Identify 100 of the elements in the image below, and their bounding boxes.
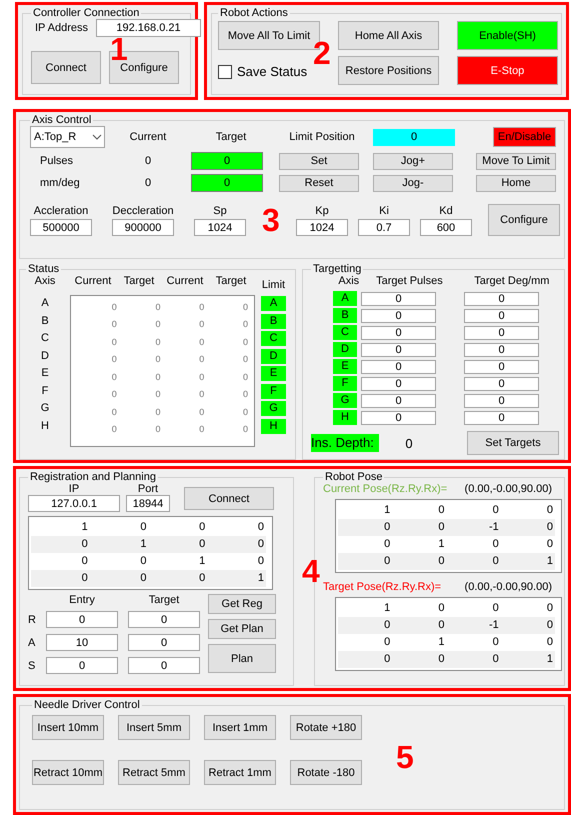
parameter-field[interactable]: 600 [420, 219, 472, 236]
entry-field[interactable]: 10 [46, 634, 118, 651]
target-pulses-field[interactable]: 0 [361, 360, 436, 374]
table-cell: 0 [392, 617, 446, 634]
enable-button[interactable]: Enable(SH) [457, 21, 558, 50]
needle-button[interactable]: Rotate -180 [290, 760, 362, 785]
entry-field[interactable]: 0 [46, 657, 118, 674]
axis-label: A [333, 291, 357, 306]
callout-number: 5 [396, 741, 414, 773]
table-cell-text: 0 [242, 406, 248, 417]
table-cell-text: 0 [154, 302, 160, 312]
table-cell-text: 0 [110, 424, 117, 434]
table-cell: 0 [338, 651, 392, 668]
table-cell-text: 0 [198, 336, 204, 347]
table-cell-text: 0 [110, 319, 117, 330]
axis-label: H [333, 410, 357, 425]
target-degree-field[interactable]: 0 [464, 308, 539, 322]
group-title: Axis Control [31, 114, 92, 126]
table-cell: 0 [446, 651, 501, 668]
target-field[interactable]: 0 [128, 611, 200, 628]
target-degree-field[interactable]: 0 [464, 326, 539, 340]
parameter-field[interactable]: 1024 [296, 219, 348, 236]
table-cell: -1 [446, 519, 501, 536]
needle-button[interactable]: Retract 1mm [204, 760, 276, 785]
set-button[interactable]: Reset [279, 174, 359, 192]
emergency-stop-button[interactable]: E-Stop [457, 56, 558, 85]
table-cell-text: 0 [198, 319, 204, 330]
target-pulses-field[interactable]: 0 [361, 410, 436, 424]
target-pulses-field[interactable]: 0 [361, 326, 436, 340]
parameter-field[interactable]: 0.7 [358, 219, 410, 236]
table-cell-text: 0 [110, 302, 117, 312]
axis-label: H [41, 418, 49, 434]
column-header: Target [122, 275, 156, 289]
plan-button[interactable]: Get Reg [208, 594, 276, 614]
axis-label: F [42, 384, 48, 398]
needle-button[interactable]: Insert 1mm [204, 715, 276, 740]
target-degree-field[interactable]: 0 [464, 410, 539, 424]
target-pulses-field[interactable]: 0 [361, 342, 436, 356]
enable-disable-button[interactable]: En/Disable [493, 127, 556, 147]
target-field[interactable]: 0 [128, 634, 200, 651]
table-cell-text: 0 [198, 302, 204, 312]
parameter-label: Sp [213, 205, 227, 217]
table-cell-text: 0 [242, 424, 248, 434]
table-cell: 0 [338, 617, 392, 634]
ip-field[interactable]: 192.168.0.21 [96, 19, 201, 37]
parameter-field[interactable]: 900000 [112, 219, 174, 236]
axis-label: B [41, 314, 49, 328]
move-button[interactable]: Move To Limit [476, 152, 556, 170]
target-degree-field[interactable]: 0 [464, 394, 539, 408]
plan-button[interactable]: Get Plan [208, 619, 276, 639]
connect-button[interactable]: Connect [184, 487, 274, 510]
target-field[interactable]: 0 [191, 152, 263, 170]
target-degree-field[interactable]: 0 [464, 360, 539, 374]
needle-button[interactable]: Retract 10mm [32, 760, 104, 785]
set-button[interactable]: Set [279, 152, 359, 170]
restore-button[interactable]: Restore Positions [338, 56, 439, 85]
table-cell: 0 [338, 519, 392, 536]
configure-button[interactable]: Configure [488, 204, 560, 236]
table-cell-text: 0 [154, 319, 160, 330]
needle-button[interactable]: Retract 5mm [118, 760, 190, 785]
target-degree-field[interactable]: 0 [464, 376, 539, 390]
target-field[interactable]: 0 [191, 174, 263, 192]
group-title: Controller Connection [32, 7, 140, 19]
pose-value: (0.00,-0.00,90.00) [464, 483, 552, 495]
target-pulses-field[interactable]: 0 [361, 292, 436, 306]
callout-number: 4 [302, 555, 320, 587]
needle-button[interactable]: Insert 5mm [118, 715, 190, 740]
parameter-field[interactable]: 500000 [30, 219, 92, 236]
target-degree-field[interactable]: 0 [464, 292, 539, 306]
needle-button[interactable]: Insert 10mm [32, 715, 104, 740]
target-pulses-field[interactable]: 0 [361, 376, 436, 390]
home-all-button[interactable]: Home All Axis [338, 21, 439, 50]
target-pulses-field[interactable]: 0 [361, 394, 436, 408]
axis-dropdown[interactable]: A:Top_R [30, 126, 105, 148]
target-field[interactable]: 0 [128, 657, 200, 674]
entry-field[interactable]: 0 [46, 611, 118, 628]
axis-label: D [333, 342, 357, 357]
toolbar-button[interactable]: Connect [31, 51, 101, 84]
table-cell: 0 [500, 519, 555, 536]
move-button[interactable]: Home [476, 174, 556, 192]
table-cell-text: 0 [242, 302, 248, 312]
limit-position-field[interactable]: 0 [373, 128, 455, 146]
limit-indicator: H [261, 418, 286, 434]
table-cell: 0 [446, 553, 501, 570]
table-cell-text: 0 [154, 372, 160, 382]
group-title: Targetting [312, 263, 362, 275]
table-cell: 1 [500, 553, 555, 570]
ip-field[interactable]: 127.0.0.1 [28, 495, 120, 512]
table-cell: 0 [500, 617, 555, 634]
plan-button[interactable]: Plan [208, 644, 276, 673]
jog-button[interactable]: Jog+ [373, 152, 453, 170]
needle-button[interactable]: Rotate +180 [290, 715, 362, 740]
target-degree-field[interactable]: 0 [464, 342, 539, 356]
axis-label: A [41, 296, 49, 311]
table-cell: 0 [148, 536, 208, 553]
target-pulses-field[interactable]: 0 [361, 308, 436, 322]
set-targets-button[interactable]: Set Targets [467, 431, 559, 455]
parameter-field[interactable]: 1024 [194, 219, 246, 236]
port-field[interactable]: 18944 [126, 495, 170, 512]
jog-button[interactable]: Jog- [373, 174, 453, 192]
